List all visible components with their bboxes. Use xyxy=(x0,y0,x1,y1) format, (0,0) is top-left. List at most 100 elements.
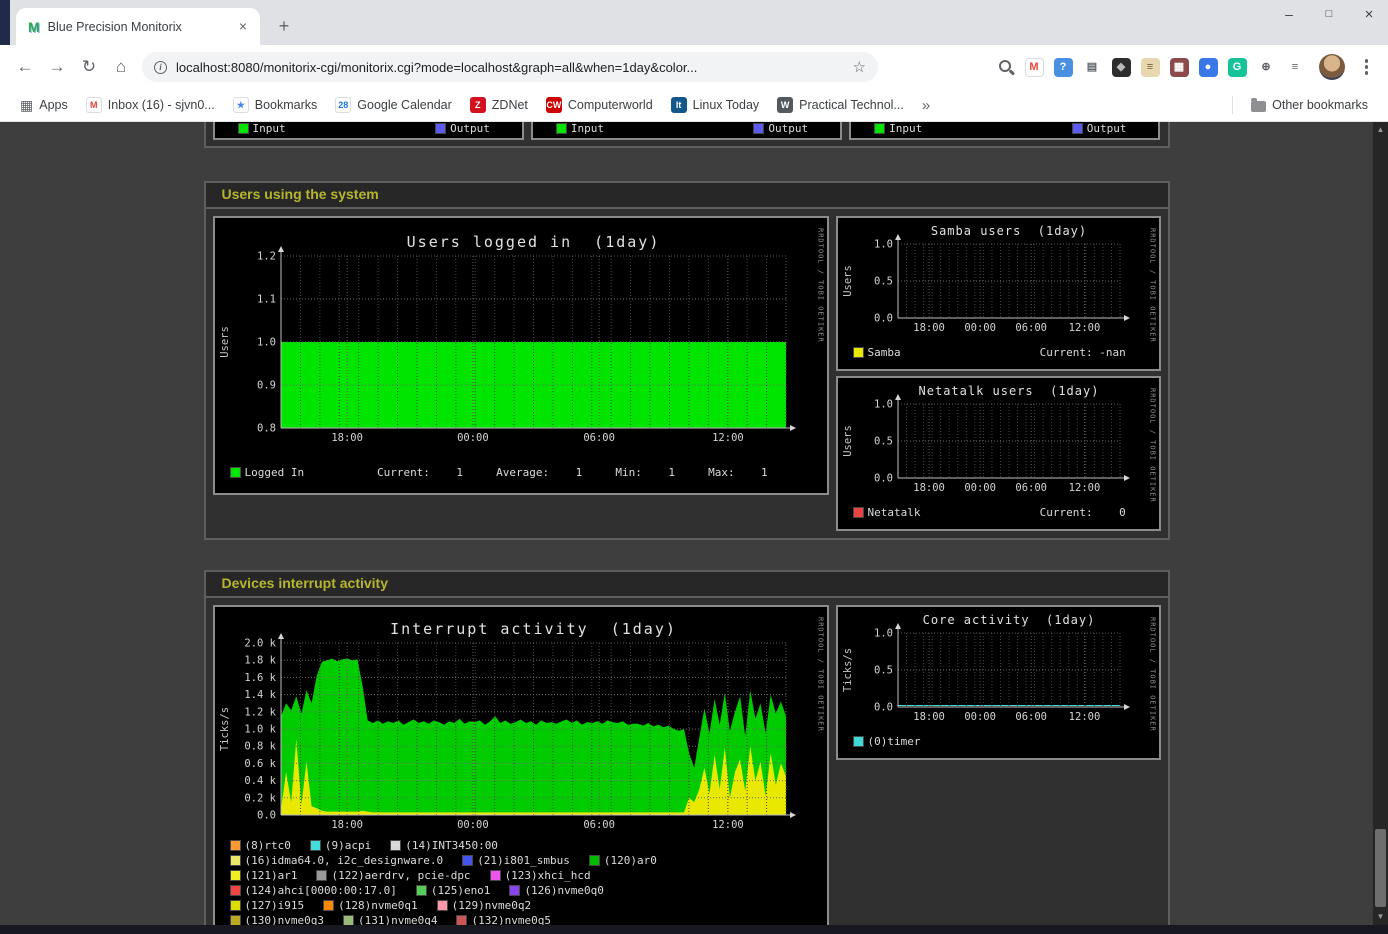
sidebar-lines-icon[interactable]: ≡ xyxy=(1286,58,1305,77)
rrdtool-watermark: RRDTOOL / TOBI OETIKER xyxy=(1149,388,1157,503)
svg-text:0.0: 0.0 xyxy=(874,473,893,485)
new-tab-button[interactable]: + xyxy=(270,12,298,40)
stack-ext-icon[interactable]: ≡ xyxy=(1141,58,1160,77)
legend-label: Netatalk Current: 0 xyxy=(868,506,1126,519)
scrollbar-thumb[interactable] xyxy=(1375,829,1386,907)
interrupt-chart: 0.00.2 k0.4 k0.6 k0.8 k1.0 k1.2 k1.4 k1.… xyxy=(217,615,825,934)
window-minimize-button[interactable]: – xyxy=(1282,6,1296,23)
legend-color-swatch xyxy=(231,871,240,880)
legend-item: (123)xhci_hcd xyxy=(491,869,591,882)
legend-item: Netatalk Current: 0 xyxy=(854,506,1126,519)
apps-button[interactable]: ▦ Apps xyxy=(12,94,76,116)
svg-text:12:00: 12:00 xyxy=(1068,482,1100,494)
legend-item: (0)timer xyxy=(854,735,921,748)
tab-close-icon[interactable]: × xyxy=(234,18,252,36)
back-button[interactable]: ← xyxy=(10,52,40,82)
users-graph-panel[interactable]: 0.80.91.01.11.218:0000:0006:0012:00Users… xyxy=(213,216,829,495)
section-users: Users using the system 0.80.91.01.11.218… xyxy=(204,181,1170,540)
url-bar[interactable]: i localhost:8080/monitorix-cgi/monitorix… xyxy=(142,52,878,82)
bookmark-item[interactable]: MInbox (16) - sjvn0... xyxy=(78,94,223,116)
svg-text:Users logged in (1day): Users logged in (1day) xyxy=(406,233,660,251)
svg-text:0.5: 0.5 xyxy=(874,665,893,677)
legend-label: Input xyxy=(253,122,286,135)
bookmark-item[interactable]: ltLinux Today xyxy=(663,94,768,116)
bookmarks-separator xyxy=(1232,96,1233,114)
grid-ext-icon[interactable]: ▦ xyxy=(1170,58,1189,77)
camera-ext-icon[interactable]: ● xyxy=(1199,58,1218,77)
bookmark-item[interactable]: ★Bookmarks xyxy=(225,94,326,116)
bookmark-item[interactable]: CWComputerworld xyxy=(538,94,661,116)
legend-label: (129)nvme0q2 xyxy=(452,899,531,912)
legend-color-swatch xyxy=(391,841,400,850)
extensions-puzzle-icon[interactable]: ⊕ xyxy=(1257,58,1276,77)
legend-color-swatch xyxy=(438,901,447,910)
svg-text:00:00: 00:00 xyxy=(964,322,996,334)
grammarly-ext-icon[interactable]: G xyxy=(1228,58,1247,77)
menu-kebab-icon[interactable] xyxy=(1359,54,1375,80)
legend-color-swatch xyxy=(231,886,240,895)
graph-panel-partial-2[interactable]: Input Output xyxy=(531,122,842,140)
dark-theme-ext-icon[interactable]: ◆ xyxy=(1112,58,1131,77)
interrupt-chart-svg: 0.00.2 k0.4 k0.6 k0.8 k1.0 k1.2 k1.4 k1.… xyxy=(217,615,807,831)
bookmark-item[interactable]: WPractical Technol... xyxy=(769,94,912,116)
browser-tab[interactable]: M Blue Precision Monitorix × xyxy=(16,8,260,45)
window-close-button[interactable]: × xyxy=(1362,6,1376,23)
netatalk-graph-panel[interactable]: 0.00.51.018:0000:0006:0012:00Netatalk us… xyxy=(836,376,1161,531)
window-maximize-button[interactable]: □ xyxy=(1322,6,1336,23)
interrupt-graph-panel[interactable]: 0.00.2 k0.4 k0.6 k0.8 k1.0 k1.2 k1.4 k1.… xyxy=(213,605,829,934)
legend-item: Output xyxy=(436,122,490,135)
folder-icon xyxy=(1251,101,1266,112)
forward-button[interactable]: → xyxy=(42,52,72,82)
legend-item: (8)rtc0 xyxy=(231,839,291,852)
legend-item: (128)nvme0q1 xyxy=(324,899,417,912)
legend-label: (127)i915 xyxy=(245,899,305,912)
scroll-down-button[interactable]: ▼ xyxy=(1373,909,1388,925)
svg-text:00:00: 00:00 xyxy=(457,432,489,444)
svg-text:0.8 k: 0.8 k xyxy=(244,741,276,753)
search-ext-icon[interactable] xyxy=(996,58,1015,77)
apps-label: Apps xyxy=(39,98,68,112)
legend-label: (9)acpi xyxy=(325,839,371,852)
home-button[interactable]: ⌂ xyxy=(106,52,136,82)
svg-text:1.4 k: 1.4 k xyxy=(244,689,276,701)
bookmarks-overflow-icon[interactable]: » xyxy=(914,97,938,114)
bookmark-star-icon[interactable]: ☆ xyxy=(853,58,866,76)
help-ext-icon[interactable]: ? xyxy=(1054,58,1073,77)
copy-pages-ext-icon[interactable]: ▤ xyxy=(1083,58,1102,77)
svg-text:0.8: 0.8 xyxy=(257,423,276,435)
bookmark-label: Inbox (16) - sjvn0... xyxy=(108,98,215,112)
legend-item: (122)aerdrv, pcie-dpc xyxy=(317,869,470,882)
samba-graph-panel[interactable]: 0.00.51.018:0000:0006:0012:00Samba users… xyxy=(836,216,1161,371)
legend-item: (21)i801_smbus xyxy=(463,854,570,867)
legend-label: (128)nvme0q1 xyxy=(338,899,417,912)
other-bookmarks-button[interactable]: Other bookmarks xyxy=(1243,95,1376,115)
wordpress-bookmark-icon: W xyxy=(777,97,793,113)
legend-color-swatch xyxy=(311,841,320,850)
bookmark-label: Bookmarks xyxy=(255,98,318,112)
reload-button[interactable]: ↻ xyxy=(74,52,104,82)
bookmark-item[interactable]: ZZDNet xyxy=(462,94,536,116)
legend-color-swatch xyxy=(854,508,863,517)
graph-panel-partial-3[interactable]: Input Output xyxy=(849,122,1160,140)
chart-legend: (0)timer xyxy=(854,735,1157,748)
bookmark-item[interactable]: 28Google Calendar xyxy=(327,94,460,116)
legend-item: Input xyxy=(557,122,604,135)
legend-label: (123)xhci_hcd xyxy=(505,869,591,882)
site-info-icon[interactable]: i xyxy=(154,61,167,74)
svg-text:1.0: 1.0 xyxy=(874,239,893,251)
legend-label: (0)timer xyxy=(868,735,921,748)
chart-legend: (8)rtc0(9)acpi(14)INT3450:00(16)idma64.0… xyxy=(231,839,825,934)
legend-label: Samba Current: -nan xyxy=(868,346,1126,359)
url-text[interactable]: localhost:8080/monitorix-cgi/monitorix.c… xyxy=(176,60,844,75)
svg-text:1.2 k: 1.2 k xyxy=(244,706,276,718)
scrollbar[interactable]: ▲ ▼ xyxy=(1373,122,1388,925)
users-chart-svg: 0.80.91.01.11.218:0000:0006:0012:00Users… xyxy=(217,226,807,458)
bookmark-label: Computerworld xyxy=(568,98,653,112)
legend-color-swatch xyxy=(854,348,863,357)
samba-chart: 0.00.51.018:0000:0006:0012:00Samba users… xyxy=(840,222,1157,359)
scroll-up-button[interactable]: ▲ xyxy=(1373,122,1388,138)
graph-panel-partial-1[interactable]: Input Output xyxy=(213,122,524,140)
gmail-ext-icon[interactable]: M xyxy=(1025,58,1044,77)
core-graph-panel[interactable]: 0.00.51.018:0000:0006:0012:00Core activi… xyxy=(836,605,1161,760)
profile-avatar[interactable] xyxy=(1319,54,1345,80)
